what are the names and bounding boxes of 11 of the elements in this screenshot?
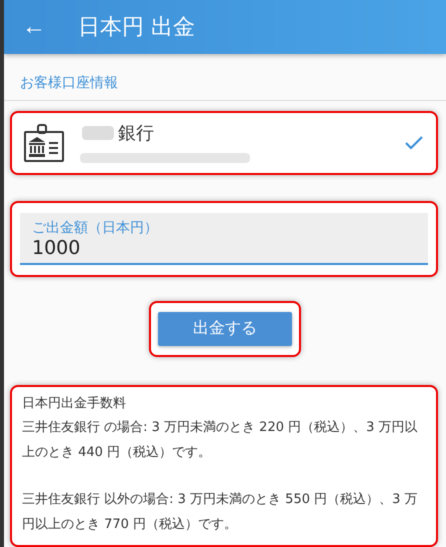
amount-input-box[interactable]: ご出金額（日本円） 1000 [20, 212, 428, 265]
screen-title: 日本円 出金 [78, 14, 195, 42]
amount-field[interactable]: 1000 [32, 236, 416, 259]
bank-card-icon [24, 124, 64, 162]
fee-paragraph: 三井住友銀行 以外の場合: 3 万円未満のとき 550 円（税込）、3 万円以上のとき 770 円（税込）です。 [22, 490, 419, 534]
fee-paragraph: 三井住友銀行 の場合: 3 万円未満のとき 220 円（税込）、3 万円以上のとき 440 円（税込）です。 [22, 418, 419, 462]
field-label: ご出金額（日本円） [32, 218, 159, 237]
section-label: お客様口座情報 [19, 74, 119, 93]
fee-title: 日本円出金手数料 [22, 394, 127, 413]
bank-account-card[interactable]: 銀行 [10, 110, 438, 175]
bank-name: 銀行 [118, 122, 154, 145]
